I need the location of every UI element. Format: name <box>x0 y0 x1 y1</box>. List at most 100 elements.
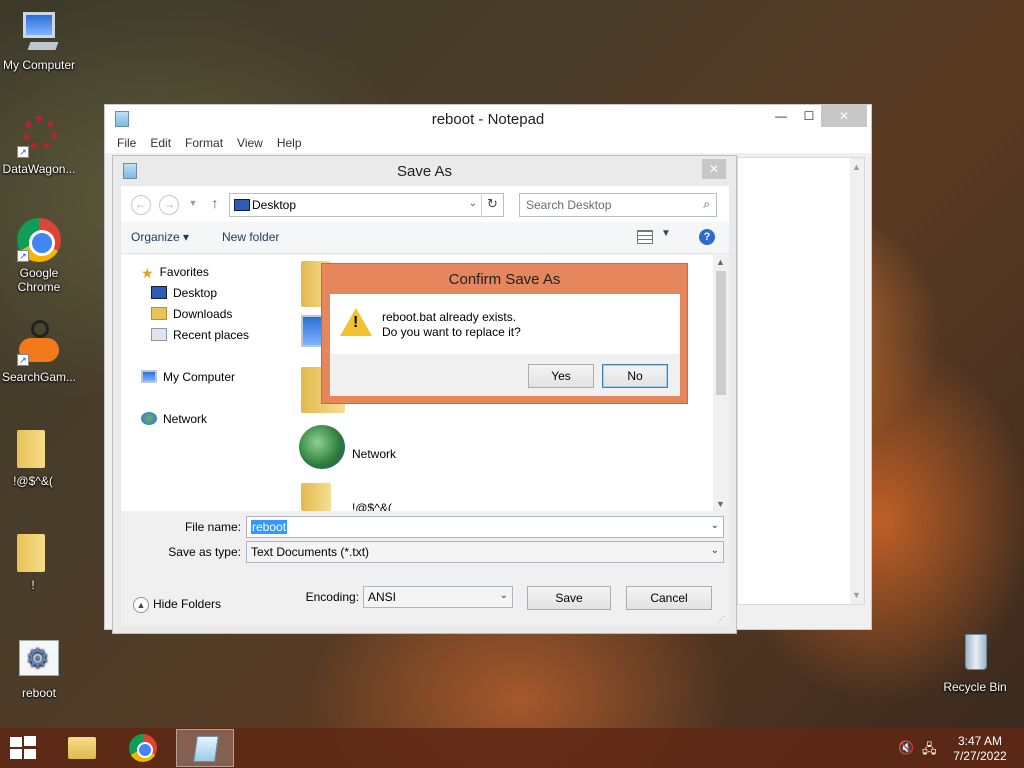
chevron-up-icon: ▲ <box>133 597 149 613</box>
desktop-icon-recycle-bin[interactable]: Recycle Bin <box>936 630 1014 694</box>
file-name-value: reboot <box>251 520 288 534</box>
close-button[interactable]: ✕ <box>821 105 867 127</box>
nav-item-network[interactable]: Network <box>141 412 207 426</box>
file-name-label: File name: <box>184 520 241 534</box>
navigation-bar: ← → ▼ ↑ Desktop ⌄ ↻ Search Desktop ⌕ <box>121 186 729 222</box>
network-tray-icon[interactable]: 🖧 <box>922 740 937 762</box>
save-options-panel: File name: reboot ⌄ Save as type: Text D… <box>121 511 729 626</box>
taskbar-chrome[interactable] <box>114 729 172 767</box>
desktop-icon-folder-1[interactable]: !@$^&( <box>0 424 72 488</box>
chevron-down-icon[interactable]: ⌄ <box>469 198 477 209</box>
recent-locations-icon[interactable]: ▼ <box>183 195 203 215</box>
taskbar-notepad[interactable] <box>176 729 234 767</box>
computer-icon <box>15 8 63 56</box>
desktop-icon-reboot[interactable]: reboot <box>0 636 78 700</box>
scrollbar-thumb[interactable] <box>716 271 726 395</box>
computer-icon[interactable] <box>301 315 323 347</box>
save-button[interactable]: Save <box>527 586 611 610</box>
file-item-network-label[interactable]: Network <box>352 447 396 461</box>
folder-icon[interactable] <box>301 483 331 511</box>
no-button[interactable]: No <box>602 364 668 388</box>
file-list-scrollbar[interactable]: ▲ ▼ <box>713 255 729 511</box>
menu-file[interactable]: File <box>115 136 138 150</box>
chevron-down-icon[interactable]: ⌄ <box>711 545 719 556</box>
desktop-icon-google-chrome[interactable]: ↗ Google Chrome <box>0 216 78 294</box>
save-as-titlebar[interactable]: Save As ✕ <box>113 156 736 186</box>
folder-icon <box>9 528 57 576</box>
search-icon[interactable]: ⌕ <box>703 197 710 212</box>
search-input[interactable]: Search Desktop ⌕ <box>519 193 717 217</box>
desktop-icon-label: !@$^&( <box>13 474 53 488</box>
chevron-down-icon[interactable]: ▼ <box>661 228 671 239</box>
address-text: Desktop <box>252 198 297 212</box>
clock-date: 7/27/2022 <box>953 749 1007 763</box>
desktop-icon-datawagon[interactable]: ↗ DataWagon... <box>0 112 78 176</box>
nav-item-recent-places[interactable]: Recent places <box>151 328 249 342</box>
chevron-down-icon[interactable]: ⌄ <box>500 590 508 601</box>
confirm-body: ! reboot.bat already exists. Do you want… <box>330 294 680 396</box>
file-item-folder-label[interactable]: !@$^&( <box>352 501 392 511</box>
forward-icon[interactable]: → <box>159 195 179 215</box>
menu-format[interactable]: Format <box>183 136 225 150</box>
cancel-button[interactable]: Cancel <box>626 586 712 610</box>
desktop-icon-label: Google Chrome <box>17 266 61 294</box>
address-bar[interactable]: Desktop ⌄ <box>229 193 504 217</box>
desktop-icon-my-computer[interactable]: My Computer <box>0 8 78 72</box>
nav-item-downloads[interactable]: Downloads <box>151 307 232 321</box>
file-name-value-wrap: reboot <box>251 520 288 534</box>
desktop-icon-searchgames[interactable]: ↗ SearchGam... <box>0 320 78 384</box>
view-options-icon[interactable] <box>637 230 653 244</box>
system-clock[interactable]: 3:47 AM 7/27/2022 <box>948 734 1012 764</box>
nav-label: Desktop <box>173 286 218 300</box>
gamepad-icon: ↗ <box>15 320 63 368</box>
desktop-icon-label: Recycle Bin <box>943 680 1007 694</box>
yes-button[interactable]: Yes <box>528 364 594 388</box>
chevron-down-icon[interactable]: ⌄ <box>711 520 719 531</box>
chrome-icon <box>129 734 157 762</box>
batch-file-icon <box>15 636 63 684</box>
confirm-title: Confirm Save As <box>448 271 561 288</box>
network-icon[interactable] <box>299 425 345 469</box>
recent-places-icon <box>151 328 167 341</box>
notepad-scrollbar[interactable]: ▲ ▼ <box>850 158 864 604</box>
encoding-select[interactable]: ANSI ⌄ <box>363 586 513 608</box>
close-button[interactable]: ✕ <box>702 159 726 179</box>
notepad-titlebar[interactable]: reboot - Notepad — ☐ ✕ <box>105 105 871 133</box>
menu-help[interactable]: Help <box>275 136 304 150</box>
up-icon[interactable]: ↑ <box>205 195 225 215</box>
nav-item-my-computer[interactable]: My Computer <box>141 370 235 384</box>
desktop-icon-label: DataWagon... <box>2 162 76 176</box>
new-folder-button[interactable]: New folder <box>222 230 279 244</box>
notepad-text-area[interactable]: ▲ ▼ <box>737 157 865 605</box>
notepad-title: reboot - Notepad <box>431 111 545 128</box>
menu-view[interactable]: View <box>235 136 265 150</box>
nav-label: Recent places <box>173 328 250 342</box>
resize-grip[interactable]: ⋰ <box>717 615 725 624</box>
refresh-icon[interactable]: ↻ <box>481 193 503 217</box>
back-icon[interactable]: ← <box>131 195 151 215</box>
save-as-title: Save As <box>396 163 453 180</box>
menu-edit[interactable]: Edit <box>148 136 173 150</box>
windows-start-icon[interactable] <box>10 736 38 760</box>
star-icon: ★ <box>141 265 154 281</box>
search-placeholder: Search Desktop <box>526 198 612 212</box>
desktop-icon-folder-2[interactable]: ! <box>0 528 72 592</box>
computer-icon <box>141 370 157 383</box>
hide-folders-label: Hide Folders <box>153 597 222 611</box>
help-icon[interactable]: ? <box>699 229 715 245</box>
organize-button[interactable]: Organize ▾ <box>131 230 189 244</box>
clock-time: 3:47 AM <box>957 734 1003 748</box>
nav-item-favorites[interactable]: ★ Favorites <box>141 265 209 281</box>
speaker-muted-icon[interactable]: 🔇 <box>898 740 914 756</box>
file-name-input[interactable]: reboot ⌄ <box>246 516 724 538</box>
minimize-button[interactable]: — <box>767 105 795 127</box>
taskbar-file-explorer[interactable] <box>52 729 110 767</box>
hide-folders-button[interactable]: ▲ Hide Folders <box>133 597 221 613</box>
nav-item-desktop[interactable]: Desktop <box>151 286 217 300</box>
notepad-menubar: File Edit Format View Help <box>105 133 871 153</box>
save-as-type-select[interactable]: Text Documents (*.txt) ⌄ <box>246 541 724 563</box>
maximize-button[interactable]: ☐ <box>795 105 823 127</box>
folder-icon <box>9 424 57 472</box>
encoding-value: ANSI <box>368 590 397 604</box>
save-as-type-value: Text Documents (*.txt) <box>251 545 370 559</box>
